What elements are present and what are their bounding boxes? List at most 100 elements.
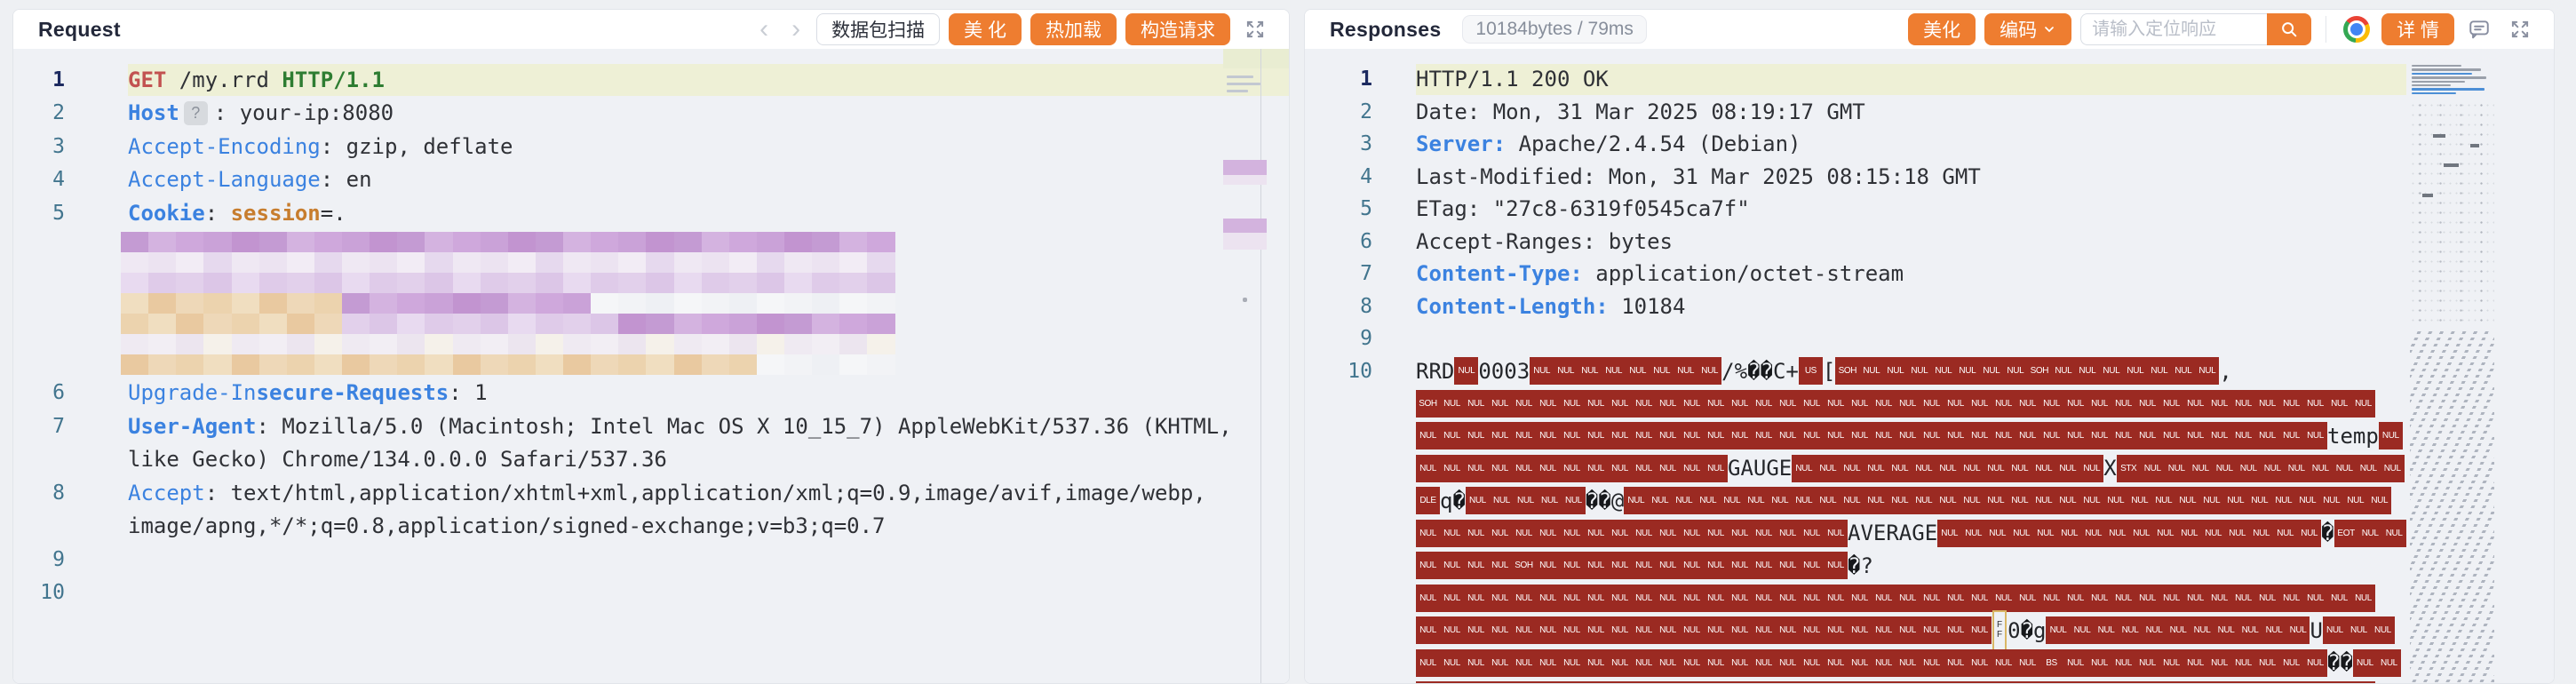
beautify-button[interactable]: 美 化 xyxy=(949,13,1022,45)
line-number[interactable]: 3 xyxy=(1305,128,1372,161)
line-number[interactable] xyxy=(1305,615,1372,648)
code-line[interactable]: like Gecko) Chrome/134.0.0.0 Safari/537.… xyxy=(13,443,1221,477)
request-minimap[interactable] xyxy=(1223,49,1289,683)
code-text: RRDNUL0003NULNULNULNULNULNULNULNUL/%��C+… xyxy=(1416,355,2232,388)
line-number[interactable] xyxy=(13,443,65,477)
code-line[interactable]: NULNULNULNULNULNULNULNULNULNULNULNULNULN… xyxy=(1305,680,2406,684)
line-number[interactable] xyxy=(1305,420,1372,453)
control-char-badge: NUL xyxy=(1584,520,1608,547)
control-char-badge: NUL xyxy=(1848,649,1872,677)
code-line[interactable]: 1GET /my.rrd HTTP/1.1 xyxy=(13,63,1221,97)
code-line[interactable]: 2Date: Mon, 31 Mar 2025 08:19:17 GMT xyxy=(1305,96,2406,129)
code-line[interactable]: 5ETag: "27c8-6319f0545ca7f" xyxy=(1305,193,2406,226)
code-line[interactable]: NULNULNULNULNULNULNULNULNULNULNULNULNULN… xyxy=(1305,582,2406,615)
line-number[interactable]: 1 xyxy=(1305,63,1372,96)
line-number[interactable]: 9 xyxy=(13,543,65,577)
code-line[interactable]: 4Last-Modified: Mon, 31 Mar 2025 08:15:1… xyxy=(1305,161,2406,194)
help-badge[interactable]: ? xyxy=(184,101,208,125)
code-line[interactable]: DLEq�NULNULNULNULNUL��@NULNULNULNULNULNU… xyxy=(1305,485,2406,518)
code-line[interactable]: NULNULNULNULNULNULNULNULNULNULNULNULNULN… xyxy=(1305,647,2406,680)
code-line[interactable]: NULNULNULNULNULNULNULNULNULNULNULNULNULG… xyxy=(1305,452,2406,485)
code-line[interactable]: NULNULNULNULSOHNULNULNULNULNULNULNULNULN… xyxy=(1305,550,2406,583)
encode-dropdown-button[interactable]: 编码 xyxy=(1984,13,2071,45)
request-editor[interactable]: 1GET /my.rrd HTTP/1.12Host?: your-ip:808… xyxy=(13,49,1289,683)
line-number[interactable]: 5 xyxy=(13,196,65,230)
comment-button[interactable] xyxy=(2463,13,2495,45)
line-number[interactable]: 7 xyxy=(1305,258,1372,290)
code-line[interactable]: SOHNULNULNULNULNULNULNULNULNULNULNULNULN… xyxy=(1305,387,2406,420)
line-number[interactable] xyxy=(1305,485,1372,518)
code-line[interactable]: NULNULNULNULNULNULNULNULNULNULNULNULNULN… xyxy=(1305,420,2406,453)
code-line[interactable]: 7User-Agent: Mozilla/5.0 (Macintosh; Int… xyxy=(13,410,1221,443)
line-number[interactable] xyxy=(1305,582,1372,615)
line-number[interactable]: 5 xyxy=(1305,193,1372,226)
token: 10184 xyxy=(1609,294,1686,319)
beautify-button[interactable]: 美化 xyxy=(1908,13,1976,45)
line-number[interactable]: 10 xyxy=(1305,355,1372,388)
history-next-button[interactable]: › xyxy=(784,13,807,45)
code-line[interactable]: 7Content-Type: application/octet-stream xyxy=(1305,258,2406,290)
hot-reload-button[interactable]: 热加载 xyxy=(1030,13,1117,45)
code-line[interactable]: 3Server: Apache/2.4.54 (Debian) xyxy=(1305,128,2406,161)
line-number[interactable] xyxy=(1305,517,1372,550)
detail-button[interactable]: 详 情 xyxy=(2381,13,2454,45)
response-minimap[interactable] xyxy=(2408,49,2501,683)
line-number[interactable] xyxy=(1305,452,1372,485)
response-editor[interactable]: 1HTTP/1.1 200 OK2Date: Mon, 31 Mar 2025 … xyxy=(1305,49,2554,683)
control-char-badge: NUL xyxy=(1720,487,1744,514)
code-line[interactable]: 5Cookie: session=. xyxy=(13,196,1221,230)
line-number[interactable]: 2 xyxy=(1305,96,1372,129)
line-number[interactable] xyxy=(13,510,65,544)
control-char-badge: NUL xyxy=(2055,455,2079,482)
code-line[interactable]: image/apng,*/*;q=0.8,application/signed-… xyxy=(13,510,1221,544)
line-number[interactable]: 7 xyxy=(13,410,65,443)
code-line[interactable]: 10 RRDNUL0003NULNULNULNULNULNULNULNUL/%��… xyxy=(1305,355,2406,388)
control-char-badge: NUL xyxy=(1490,487,1514,514)
code-line[interactable]: 10 xyxy=(13,577,1221,610)
control-char-badge: NUL xyxy=(1872,649,1896,677)
line-number[interactable] xyxy=(1305,680,1372,684)
code-text: Accept: text/html,application/xhtml+xml,… xyxy=(128,476,1206,510)
fullscreen-icon[interactable] xyxy=(2504,13,2536,45)
line-number[interactable] xyxy=(1305,387,1372,420)
open-in-chrome-button[interactable] xyxy=(2341,13,2373,45)
line-number[interactable]: 6 xyxy=(13,377,65,410)
search-button[interactable] xyxy=(2267,13,2311,45)
code-line[interactable]: 8 Accept: text/html,application/xhtml+xml… xyxy=(13,476,1221,510)
line-number[interactable]: 4 xyxy=(1305,161,1372,194)
code-line[interactable]: 6Accept-Ranges: bytes xyxy=(1305,226,2406,258)
line-number[interactable]: 3 xyxy=(13,130,65,163)
line-number[interactable]: 10 xyxy=(13,577,65,610)
line-number[interactable]: 2 xyxy=(13,97,65,131)
fullscreen-icon[interactable] xyxy=(1239,13,1271,45)
line-number[interactable]: 9 xyxy=(1305,322,1372,355)
search-input[interactable] xyxy=(2080,13,2267,45)
history-prev-button[interactable]: ‹ xyxy=(752,13,775,45)
build-request-button[interactable]: 构造请求 xyxy=(1125,13,1230,45)
code-line[interactable]: NULNULNULNULNULNULNULNULNULNULNULNULNULN… xyxy=(1305,615,2406,648)
line-number[interactable] xyxy=(1305,550,1372,583)
code-line[interactable]: 6Upgrade-Insecure-Requests: 1 xyxy=(13,377,1221,410)
control-char-badge: NUL xyxy=(2135,390,2159,418)
control-char-badge: NUL xyxy=(1632,616,1656,644)
control-char-badge: NUL xyxy=(1560,520,1584,547)
control-char-badge: NUL xyxy=(1992,585,2015,612)
line-number[interactable]: 4 xyxy=(13,163,65,197)
control-char-badge: NUL xyxy=(1896,649,1920,677)
code-line[interactable]: 9 xyxy=(1305,322,2406,355)
line-number[interactable] xyxy=(1305,647,1372,680)
line-number[interactable]: 1 xyxy=(13,63,65,97)
packet-scan-button[interactable]: 数据包扫描 xyxy=(816,13,940,45)
code-line[interactable]: 2Host?: your-ip:8080 xyxy=(13,97,1221,131)
code-line[interactable]: 8Content-Length: 10184 xyxy=(1305,290,2406,323)
code-line[interactable]: 9 xyxy=(13,543,1221,577)
code-line[interactable]: NULNULNULNULNULNULNULNULNULNULNULNULNULN… xyxy=(1305,517,2406,550)
line-number[interactable]: 6 xyxy=(1305,226,1372,258)
code-line[interactable]: 1HTTP/1.1 200 OK xyxy=(1305,63,2406,96)
line-number[interactable]: 8 xyxy=(1305,290,1372,323)
code-line[interactable]: 4Accept-Language: en xyxy=(13,163,1221,197)
control-char-badge: NUL xyxy=(1824,552,1848,579)
line-number[interactable]: 8 xyxy=(13,476,65,510)
redacted-region[interactable] xyxy=(13,230,1221,377)
code-line[interactable]: 3Accept-Encoding: gzip, deflate xyxy=(13,130,1221,163)
